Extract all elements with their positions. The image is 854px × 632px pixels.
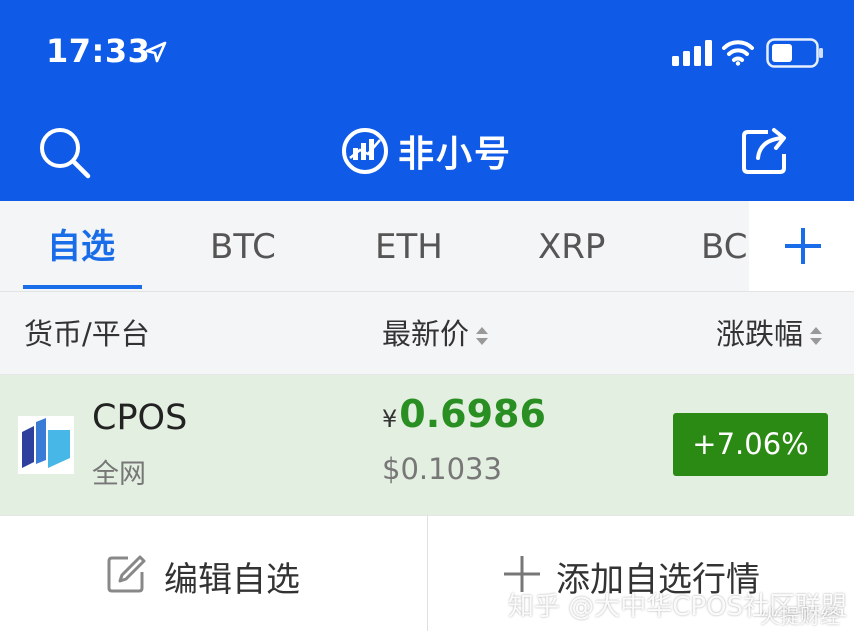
battery-icon — [766, 38, 823, 68]
col-latest-price[interactable]: 最新价 — [382, 292, 489, 376]
currency-symbol: ¥ — [382, 405, 398, 433]
market-tabs: 自选 BTC ETH XRP BC — [0, 201, 854, 292]
share-icon[interactable] — [740, 126, 792, 176]
app-header: 17:33 非小号 — [0, 0, 854, 201]
plus-icon — [785, 228, 821, 264]
col-latest-price-label: 最新价 — [382, 317, 470, 351]
watermark-secondary: 火提财经 — [760, 604, 840, 628]
tab-bc[interactable]: BC — [701, 201, 747, 291]
column-headers: 货币/平台 最新价 涨跌幅 — [0, 292, 854, 375]
add-tab-button[interactable] — [749, 201, 854, 291]
brand-name: 非小号 — [398, 134, 513, 175]
edit-favorites-label: 编辑自选 — [164, 560, 300, 600]
price-cny: ¥0.6986 — [382, 392, 546, 436]
coin-name: CPOS — [92, 398, 188, 438]
col-change[interactable]: 涨跌幅 — [716, 292, 823, 376]
signal-icon — [672, 40, 712, 66]
search-icon[interactable] — [38, 126, 92, 180]
tab-eth[interactable]: ETH — [375, 201, 443, 291]
status-time: 17:33 — [46, 32, 151, 70]
price-cny-value: 0.6986 — [399, 392, 546, 436]
sort-icon — [810, 327, 823, 345]
active-tab-indicator — [23, 285, 142, 289]
sort-icon — [476, 327, 489, 345]
tab-favorites[interactable]: 自选 — [47, 201, 115, 291]
edit-favorites-button[interactable]: 编辑自选 — [0, 516, 427, 631]
cpos-logo-icon — [18, 416, 74, 474]
coin-platform: 全网 — [92, 459, 146, 490]
brand: 非小号 — [342, 128, 513, 175]
price-usd: $0.1033 — [382, 452, 502, 486]
tab-xrp[interactable]: XRP — [538, 201, 605, 291]
location-arrow-icon — [145, 41, 167, 63]
edit-icon — [107, 555, 146, 593]
change-badge[interactable]: +7.06% — [673, 413, 828, 476]
brand-logo-icon — [342, 128, 388, 174]
tab-btc[interactable]: BTC — [210, 201, 276, 291]
col-coin-platform: 货币/平台 — [24, 317, 150, 351]
col-change-label: 涨跌幅 — [716, 317, 804, 351]
wifi-icon — [722, 40, 754, 66]
